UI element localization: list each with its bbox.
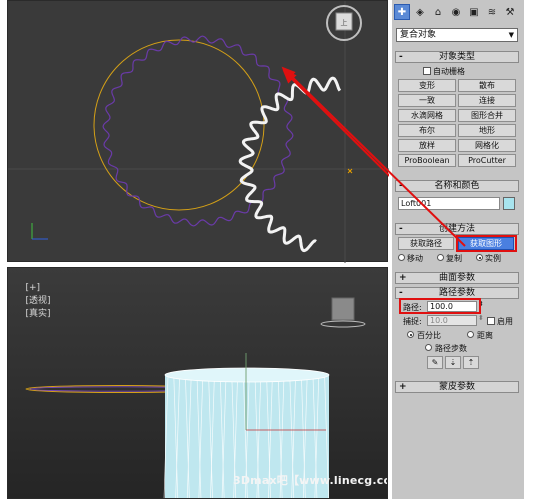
perspective-viewport[interactable]: [+] [透视] [真实] 3Dmax吧【www.linecg.com/tieb…	[7, 267, 388, 499]
next-shape-icon[interactable]: ⇡	[463, 356, 479, 369]
distance-radio[interactable]	[467, 331, 474, 338]
rollout-header-object-type[interactable]: - 对象类型	[395, 51, 519, 63]
rollout-surface-params: + 曲面参数	[395, 272, 519, 284]
distance-label: 距离	[477, 331, 493, 340]
path-highlight	[399, 298, 481, 314]
top-viewport[interactable]: 上	[7, 0, 389, 263]
path-steps-radio[interactable]	[425, 344, 432, 351]
annotation-arrow	[282, 69, 389, 177]
panel-tabs: ✚ ◈ ⌂ ◉ ▣ ≋ ⚒	[394, 4, 522, 22]
rollout-path-params: - 路径参数 路径: 100.0 ⬍ 捕捉: 10.0 ⬍ 启用 百分比 距离 …	[395, 287, 519, 373]
terrain-button[interactable]: 地形	[458, 124, 516, 137]
chevron-down-icon: ▼	[508, 31, 514, 39]
percent-label: 百分比	[417, 331, 441, 340]
mesher-button[interactable]: 网格化	[458, 139, 516, 152]
percent-radio[interactable]	[407, 331, 414, 338]
modify-tab-icon[interactable]: ◈	[412, 4, 428, 20]
create-tab-icon[interactable]: ✚	[394, 4, 410, 20]
conform-button[interactable]: 一致	[398, 94, 456, 107]
instance-radio[interactable]	[476, 254, 483, 261]
enable-checkbox[interactable]	[487, 317, 495, 325]
object-name-field[interactable]: Loft001	[398, 197, 500, 210]
get-shape-highlight	[456, 235, 517, 252]
move-label: 移动	[407, 254, 423, 263]
circle-shape	[93, 39, 265, 211]
instance-label: 实例	[485, 254, 501, 263]
path-steps-label: 路径步数	[435, 344, 467, 353]
copy-label: 复制	[446, 254, 462, 263]
connect-button[interactable]: 连接	[458, 94, 516, 107]
loft-preview-shape	[238, 76, 342, 253]
autogrid-label: 自动栅格	[433, 67, 465, 76]
morph-button[interactable]: 变形	[398, 79, 456, 92]
move-radio[interactable]	[398, 254, 405, 261]
procutter-button[interactable]: ProCutter	[458, 154, 516, 167]
rollout-creation-method: - 创建方法 获取路径 获取图形 移动 复制 实例	[395, 223, 519, 265]
boolean-button[interactable]: 布尔	[398, 124, 456, 137]
rollout-skin-params: + 蒙皮参数	[395, 381, 519, 393]
rollout-object-type: - 对象类型 自动栅格 变形 散布 一致 连接 水滴网格 图形合并 布尔 地形 …	[395, 51, 519, 173]
shapemerge-button[interactable]: 图形合并	[458, 109, 516, 122]
get-path-button[interactable]: 获取路径	[398, 237, 454, 250]
rollout-header-skin-params[interactable]: + 蒙皮参数	[395, 381, 519, 393]
hierarchy-tab-icon[interactable]: ⌂	[430, 4, 446, 20]
command-panel: ✚ ◈ ⌂ ◉ ▣ ≋ ⚒ 复合对象 ▼ - 对象类型 自动栅格 变形 散布 一…	[392, 0, 524, 499]
rollout-name-color: - 名称和颜色 Loft001	[395, 180, 519, 216]
snap-input[interactable]: 10.0	[427, 315, 477, 326]
copy-radio[interactable]	[437, 254, 444, 261]
scatter-button[interactable]: 散布	[458, 79, 516, 92]
watermark: 3Dmax吧【www.linecg.com/tieba/1771】	[233, 474, 387, 487]
tools-tab-icon[interactable]: ⚒	[502, 4, 518, 20]
svg-text:上: 上	[341, 18, 348, 27]
display-tab-icon[interactable]: ▣	[466, 4, 482, 20]
category-select[interactable]: 复合对象 ▼	[396, 28, 518, 42]
pick-shape-icon[interactable]: ✎	[427, 356, 443, 369]
rollout-header-creation-method[interactable]: - 创建方法	[395, 223, 519, 235]
snap-label: 捕捉:	[403, 317, 422, 326]
motion-tab-icon[interactable]: ◉	[448, 4, 464, 20]
blobmesh-button[interactable]: 水滴网格	[398, 109, 456, 122]
rollout-header-surface-params[interactable]: + 曲面参数	[395, 272, 519, 284]
prev-shape-icon[interactable]: ⇣	[445, 356, 461, 369]
enable-label: 启用	[497, 317, 513, 326]
loft-button[interactable]: 放样	[398, 139, 456, 152]
object-color-swatch[interactable]	[503, 197, 515, 210]
utilities-tab-icon[interactable]: ≋	[484, 4, 500, 20]
proboolean-button[interactable]: ProBoolean	[398, 154, 456, 167]
star-shape	[102, 35, 294, 227]
viewcube-persp	[331, 297, 355, 321]
snap-spinner-icon[interactable]: ⬍	[478, 314, 484, 322]
rollout-header-name-color[interactable]: - 名称和颜色	[395, 180, 519, 192]
autogrid-checkbox[interactable]	[423, 67, 431, 75]
